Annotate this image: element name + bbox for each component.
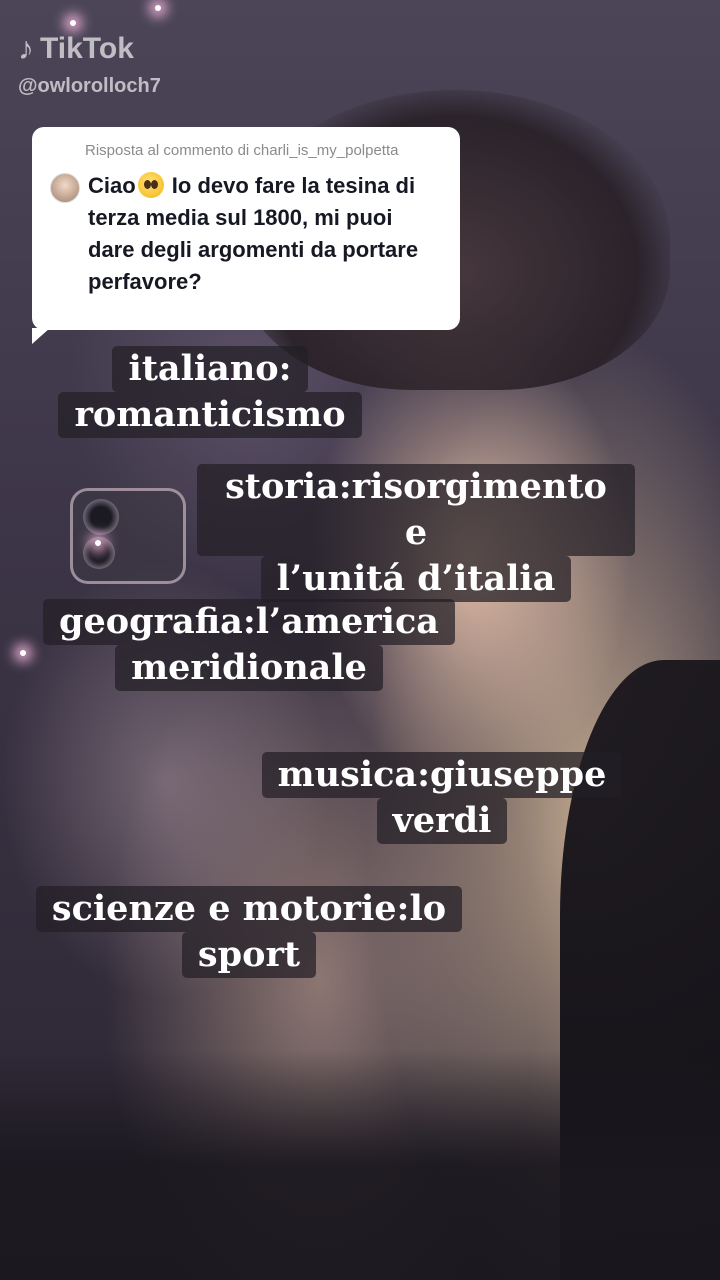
comment-text-start: Ciao: [88, 173, 136, 198]
phone-camera: [70, 488, 186, 584]
lower-shadow: [0, 1050, 720, 1280]
watermark-handle: @owlorolloch7: [18, 75, 161, 97]
caption-line: l’unitá d’italia: [260, 556, 572, 602]
tiktok-watermark: ♪ TikTok @owlorolloch7: [18, 30, 161, 98]
sparkle-icon: [155, 5, 161, 11]
sparkle-icon: [70, 20, 76, 26]
caption-geografia: geografia:l’america meridionale: [24, 599, 474, 691]
caption-line: sport: [181, 932, 317, 978]
caption-italiano: italiano: romanticismo: [50, 346, 370, 438]
caption-line: scienze e motorie:lo: [35, 886, 463, 932]
caption-scienze: scienze e motorie:lo sport: [14, 886, 484, 978]
caption-line: verdi: [376, 798, 508, 844]
avatar: [50, 173, 80, 203]
reply-label: Risposta al commento di charli_is_my_pol…: [85, 142, 399, 159]
caption-line: geografia:l’america: [43, 599, 455, 645]
caption-line: meridionale: [115, 645, 383, 691]
caption-musica: musica:giuseppe verdi: [232, 752, 652, 844]
caption-storia: storia:risorgimento e l’unitá d’italia: [197, 464, 635, 602]
reply-comment-bubble[interactable]: Risposta al commento di charli_is_my_pol…: [32, 127, 460, 344]
comment-text-rest: Io devo fare la tesina di terza media su…: [88, 173, 419, 294]
watermark-brand: TikTok: [40, 31, 134, 65]
pleading-face-emoji-icon: [137, 172, 164, 198]
caption-line: romanticismo: [58, 392, 362, 438]
sparkle-icon: [95, 540, 101, 546]
caption-line: musica:giuseppe: [261, 752, 623, 798]
caption-line: italiano:: [112, 346, 308, 392]
comment-text: Ciao Io devo fare la tesina di terza med…: [88, 170, 442, 298]
tiktok-note-icon: ♪: [18, 30, 34, 66]
caption-line: storia:risorgimento e: [197, 464, 635, 556]
camera-lens: [83, 499, 119, 535]
